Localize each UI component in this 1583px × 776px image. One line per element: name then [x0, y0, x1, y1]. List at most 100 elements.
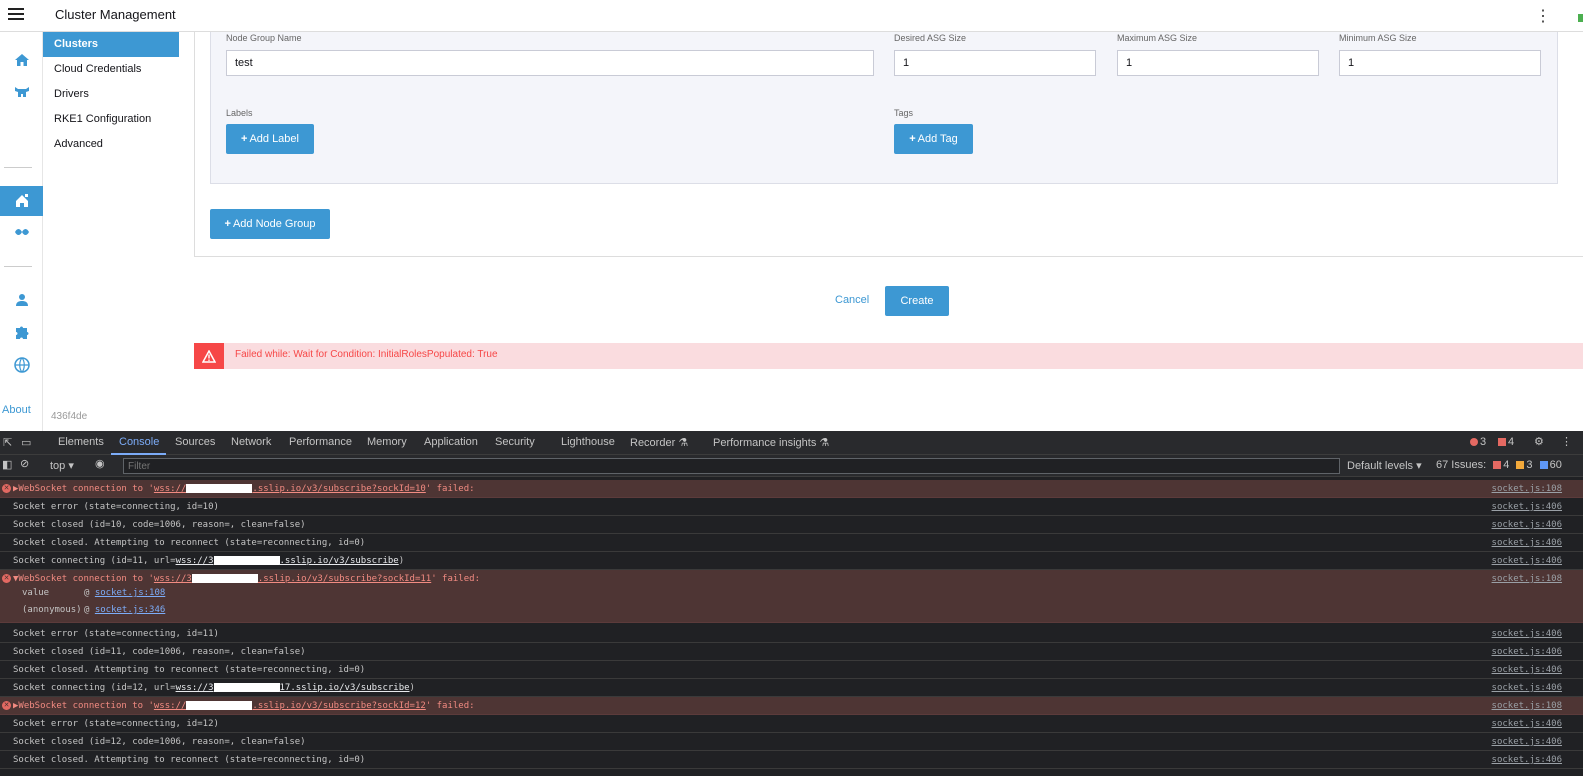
globe-icon[interactable]	[0, 351, 43, 379]
issues-warnings-value: 3	[1526, 459, 1533, 471]
filter-input[interactable]	[123, 458, 1340, 474]
more-options-icon[interactable]: ⋮	[1561, 435, 1572, 448]
log-text: WebSocket connection to '	[18, 574, 154, 584]
log-source-link[interactable]: socket.js:406	[1492, 755, 1562, 765]
menu-icon[interactable]	[8, 8, 24, 22]
more-options-icon[interactable]: ⋮	[1535, 6, 1551, 26]
tab-performance[interactable]: Performance	[289, 436, 352, 448]
log-url[interactable]: wss://3 .sslip.io/v3/subscribe?sockId=11	[154, 574, 431, 584]
extension-icon[interactable]	[0, 318, 43, 346]
tab-lighthouse[interactable]: Lighthouse	[561, 436, 615, 448]
sidebar-item-rke1-configuration[interactable]: RKE1 Configuration	[43, 107, 179, 132]
maximum-asg-size-input[interactable]	[1117, 50, 1319, 76]
sidebar-item-cloud-credentials[interactable]: Cloud Credentials	[43, 57, 179, 82]
url-part: wss://3	[175, 556, 214, 566]
maximum-asg-size-label: Maximum ASG Size	[1117, 33, 1198, 43]
tab-elements[interactable]: Elements	[58, 436, 104, 448]
sidebar-item-clusters[interactable]: Clusters	[43, 32, 179, 57]
tab-performance-insights-label: Performance insights	[713, 437, 817, 449]
log-source-link[interactable]: socket.js:108	[1492, 701, 1562, 711]
log-source-link[interactable]: socket.js:406	[1492, 719, 1562, 729]
tab-recorder[interactable]: Recorder ⚗	[630, 436, 688, 449]
log-url[interactable]: wss://3 17.sslip.io/v3/subscribe	[176, 683, 410, 693]
warning-count[interactable]: 4	[1498, 436, 1514, 448]
desired-asg-size-input[interactable]	[894, 50, 1096, 76]
issues-label: 67 Issues:	[1436, 459, 1487, 471]
sidebar-item-advanced[interactable]: Advanced	[43, 132, 179, 157]
log-source-link[interactable]: socket.js:406	[1492, 556, 1562, 566]
context-selector[interactable]: top ▾	[50, 459, 74, 472]
log-message: Socket closed (id=11, code=1006, reason=…	[13, 647, 306, 657]
log-message: ▶WebSocket connection to 'wss://.sslip.i…	[13, 701, 475, 711]
cluster-management-icon[interactable]	[0, 186, 43, 216]
fleet-icon[interactable]	[0, 218, 43, 246]
tab-memory[interactable]: Memory	[367, 436, 407, 448]
create-button[interactable]: Create	[885, 286, 949, 316]
console-log-row: Socket connecting (id=12, url=wss://3 17.…	[0, 679, 1583, 697]
log-text: WebSocket connection to '	[18, 701, 154, 711]
log-source-link[interactable]: socket.js:406	[1492, 538, 1562, 548]
log-source-link[interactable]: socket.js:406	[1492, 520, 1562, 530]
product-rail: About	[0, 32, 43, 431]
log-url[interactable]: wss://3 .sslip.io/v3/subscribe	[176, 556, 399, 566]
log-message: Socket closed (id=10, code=1006, reason=…	[13, 520, 306, 530]
console-error-row[interactable]: ✕ ▶WebSocket connection to 'wss://.sslip…	[0, 480, 1583, 498]
stack-link[interactable]: socket.js:346	[95, 605, 165, 615]
console-error-row[interactable]: ✕ ▼WebSocket connection to 'wss://3 .ssli…	[0, 570, 1583, 623]
console-error-row[interactable]: ✕ ▶WebSocket connection to 'wss://.sslip…	[0, 697, 1583, 715]
stack-link[interactable]: socket.js:108	[95, 588, 165, 598]
error-count[interactable]: 3	[1470, 436, 1486, 448]
log-text: WebSocket connection to '	[18, 484, 154, 494]
issues-errors-value: 4	[1503, 459, 1510, 471]
log-url[interactable]: wss:// .sslip.io/v3/subscribe?sockId=10	[154, 484, 426, 494]
sidebar-item-drivers[interactable]: Drivers	[43, 82, 179, 107]
add-node-group-button[interactable]: + Add Node Group	[210, 209, 330, 239]
issues-summary[interactable]: 67 Issues: 4 3 60	[1436, 459, 1562, 471]
minimum-asg-size-input[interactable]	[1339, 50, 1541, 76]
panel-border	[194, 32, 195, 256]
add-tag-text: Add Tag	[917, 133, 958, 145]
console-toolbar: ◧ ⊘ top ▾ ◉ Default levels ▾ 67 Issues: …	[0, 455, 1583, 477]
log-source-link[interactable]: socket.js:406	[1492, 502, 1562, 512]
tab-sources[interactable]: Sources	[175, 436, 215, 448]
warning-icon	[194, 343, 224, 369]
node-group-name-input[interactable]	[226, 50, 874, 76]
tab-security[interactable]: Security	[495, 436, 535, 448]
log-source-link[interactable]: socket.js:406	[1492, 683, 1562, 693]
minimum-asg-size-label: Minimum ASG Size	[1339, 33, 1417, 43]
inspect-icon[interactable]: ⇱	[3, 436, 12, 449]
log-source-link[interactable]: socket.js:406	[1492, 665, 1562, 675]
tab-console[interactable]: Console	[119, 436, 159, 448]
console-log-row: Socket closed. Attempting to reconnect (…	[0, 534, 1583, 552]
log-source-link[interactable]: socket.js:406	[1492, 647, 1562, 657]
log-message: Socket error (state=connecting, id=11)	[13, 629, 219, 639]
log-url[interactable]: wss:// .sslip.io/v3/subscribe?sockId=12	[154, 701, 426, 711]
redacted-block	[191, 574, 258, 583]
tab-network[interactable]: Network	[231, 436, 271, 448]
top-bar: Cluster Management ⋮	[0, 0, 1583, 32]
about-link[interactable]: About	[2, 404, 31, 416]
warning-count-value: 4	[1508, 436, 1515, 448]
home-icon[interactable]	[0, 46, 43, 74]
tab-application[interactable]: Application	[424, 436, 478, 448]
clear-console-icon[interactable]: ⊘	[20, 457, 29, 470]
add-label-button[interactable]: + Add Label	[226, 124, 314, 154]
log-text: Socket connecting (id=11, url=	[13, 556, 176, 566]
log-source-link[interactable]: socket.js:108	[1492, 484, 1562, 494]
cow-icon[interactable]	[0, 78, 43, 106]
log-levels-dropdown[interactable]: Default levels ▾	[1347, 459, 1422, 472]
user-icon[interactable]	[0, 286, 43, 314]
error-icon	[1470, 438, 1478, 447]
log-source-link[interactable]: socket.js:406	[1492, 629, 1562, 639]
url-part: .sslip.io/v3/subscribe?sockId=12	[252, 701, 426, 711]
eye-icon[interactable]: ◉	[95, 457, 105, 470]
tab-performance-insights[interactable]: Performance insights ⚗	[713, 436, 829, 449]
log-source-link[interactable]: socket.js:108	[1492, 574, 1562, 584]
log-source-link[interactable]: socket.js:406	[1492, 737, 1562, 747]
settings-icon[interactable]: ⚙	[1534, 435, 1544, 448]
cancel-button[interactable]: Cancel	[835, 294, 869, 306]
sidebar-toggle-icon[interactable]: ◧	[2, 458, 12, 471]
device-toolbar-icon[interactable]: ▭	[21, 436, 31, 449]
status-indicator	[1578, 14, 1583, 22]
add-tag-button[interactable]: + Add Tag	[894, 124, 973, 154]
